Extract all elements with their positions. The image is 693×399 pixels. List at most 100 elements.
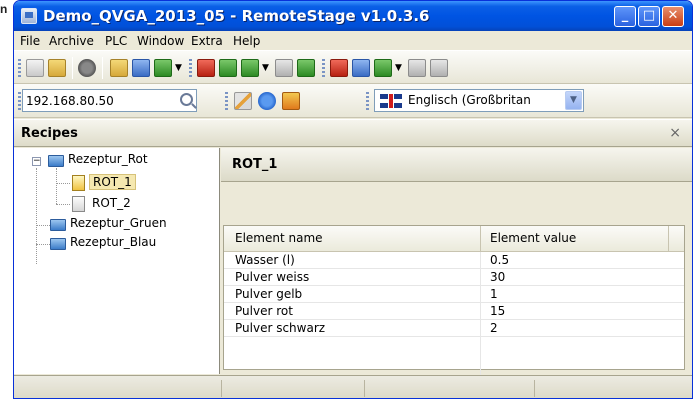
recipe-delete-icon[interactable] [330, 59, 348, 77]
screenshot-icon[interactable] [282, 92, 300, 110]
tree-connector [36, 244, 50, 245]
toolbar-separator [72, 57, 73, 79]
recipe-export-icon[interactable] [374, 59, 392, 77]
folder-icon [50, 238, 66, 250]
toolbar-grip[interactable] [366, 92, 369, 110]
recipe-file-icon [72, 175, 85, 191]
chevron-down-icon[interactable]: ▼ [175, 63, 182, 73]
toolbar-separator [102, 57, 103, 79]
menu-window[interactable]: Window [137, 34, 184, 48]
tree-item-rot-1[interactable]: ROT_1 [89, 174, 136, 190]
language-select[interactable]: Englisch (Großbritan ▼ [374, 89, 584, 112]
collapse-icon[interactable]: − [32, 157, 41, 166]
chevron-down-icon[interactable]: ▼ [565, 91, 582, 110]
menu-file[interactable]: File [20, 34, 40, 48]
language-value: Englisch (Großbritan [408, 93, 531, 107]
table-row[interactable]: Pulver schwarz 2 [224, 321, 684, 337]
cell-element-name: Pulver schwarz [235, 321, 326, 335]
recipe-detail-panel: ROT_1 Element name Element value Wasser … [221, 148, 692, 382]
tree-item-rezeptur-rot[interactable]: Rezeptur_Rot [68, 152, 148, 166]
column-header-name[interactable]: Element name [235, 231, 323, 245]
ip-address-field[interactable] [22, 89, 197, 112]
recipe-save-icon[interactable] [352, 59, 370, 77]
recipe-title: ROT_1 [232, 157, 278, 172]
table-header: Element name Element value [224, 226, 684, 252]
toolbar-grip[interactable] [18, 59, 21, 77]
toolbar-grip[interactable] [322, 59, 325, 77]
recipe-copy-icon[interactable] [408, 59, 426, 77]
toolbar-grip[interactable] [225, 92, 228, 110]
cell-element-value[interactable]: 30 [490, 270, 505, 284]
menu-extra[interactable]: Extra [191, 34, 223, 48]
plc-read-icon[interactable] [197, 59, 215, 77]
cell-element-value[interactable]: 0.5 [490, 253, 509, 267]
settings-tools-icon[interactable] [234, 92, 252, 110]
table-row[interactable]: Pulver weiss 30 [224, 270, 684, 286]
title-bar[interactable]: Demo_QVGA_2013_05 - RemoteStage v1.0.3.6… [14, 1, 692, 31]
cell-element-name: Wasser (l) [235, 253, 295, 267]
cell-element-value[interactable]: 1 [490, 287, 498, 301]
status-divider [221, 380, 222, 397]
cell-element-value[interactable]: 2 [490, 321, 498, 335]
minimize-button[interactable]: _ [614, 6, 636, 27]
connection-toolbar: Englisch (Großbritan ▼ [14, 84, 692, 118]
info-icon[interactable] [258, 92, 276, 110]
folder-icon [48, 155, 64, 167]
app-window: Demo_QVGA_2013_05 - RemoteStage v1.0.3.6… [13, 0, 693, 399]
menu-plc[interactable]: PLC [105, 34, 127, 48]
plc-transfer-icon[interactable] [241, 59, 259, 77]
maximize-button[interactable]: □ [638, 6, 660, 27]
tree-item-rot-2[interactable]: ROT_2 [92, 196, 131, 210]
chevron-down-icon[interactable]: ▼ [395, 63, 402, 73]
column-divider[interactable] [668, 226, 669, 252]
tree-item-rezeptur-gruen[interactable]: Rezeptur_Gruen [70, 216, 167, 230]
close-icon[interactable]: × [669, 125, 681, 141]
plc-compare-icon[interactable] [275, 59, 293, 77]
new-document-icon[interactable] [26, 59, 44, 77]
archive-open-icon[interactable] [110, 59, 128, 77]
panel-title: Recipes [21, 126, 78, 141]
cell-element-name: Pulver weiss [235, 270, 310, 284]
open-folder-icon[interactable] [48, 59, 66, 77]
folder-icon [50, 219, 66, 231]
chevron-down-icon[interactable]: ▼ [262, 63, 269, 73]
recipe-tree: − Rezeptur_Rot ROT_1 ROT_2 Rezeptur_Grue… [14, 148, 220, 374]
status-divider [364, 380, 365, 397]
cell-element-name: Pulver gelb [235, 287, 303, 301]
stop-icon[interactable] [78, 59, 96, 77]
cell-element-value[interactable]: 15 [490, 304, 505, 318]
menu-archive[interactable]: Archive [49, 34, 94, 48]
table-row[interactable]: Pulver rot 15 [224, 304, 684, 320]
status-bar [14, 375, 692, 398]
tree-connector [36, 225, 50, 226]
main-toolbar: ▼ ▼ ▼ [14, 50, 692, 84]
recipe-elements-table: Element name Element value Wasser (l) 0.… [223, 225, 685, 382]
table-row[interactable]: Wasser (l) 0.5 [224, 253, 684, 269]
tree-connector [56, 168, 57, 204]
table-row[interactable]: Pulver gelb 1 [224, 287, 684, 303]
cell-element-name: Pulver rot [235, 304, 293, 318]
close-button[interactable]: ✕ [662, 6, 684, 27]
app-icon [21, 8, 37, 24]
search-icon[interactable] [180, 93, 193, 106]
tree-item-rezeptur-blau[interactable]: Rezeptur_Blau [70, 235, 156, 249]
column-divider[interactable] [480, 226, 481, 252]
uk-flag-icon [380, 94, 402, 108]
edge-text: n [0, 2, 8, 16]
ip-address-input[interactable] [26, 92, 171, 109]
toolbar-grip[interactable] [189, 59, 192, 77]
tree-connector [56, 204, 70, 205]
status-divider [534, 380, 535, 397]
plc-sync-icon[interactable] [297, 59, 315, 77]
menu-help[interactable]: Help [233, 34, 260, 48]
recipe-file-icon [72, 196, 85, 212]
plc-write-icon[interactable] [219, 59, 237, 77]
recipe-paste-icon[interactable] [430, 59, 448, 77]
archive-save-icon[interactable] [132, 59, 150, 77]
detail-header: ROT_1 [221, 148, 692, 182]
tree-connector [36, 168, 37, 264]
toolbar-grip[interactable] [18, 92, 21, 110]
archive-export-icon[interactable] [154, 59, 172, 77]
column-header-value[interactable]: Element value [490, 231, 576, 245]
tree-connector [56, 183, 70, 184]
